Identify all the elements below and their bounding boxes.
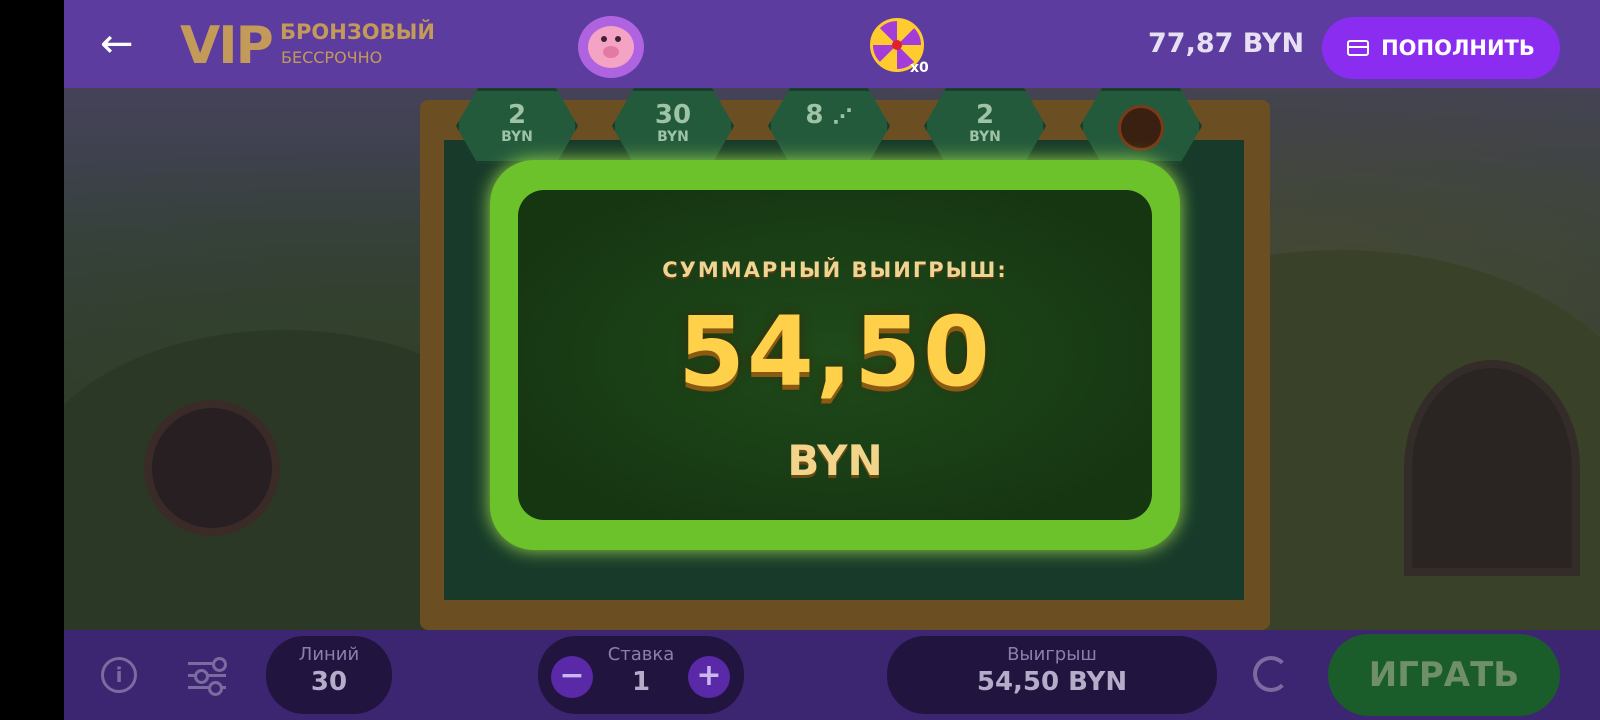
jackpot-value: 8 ⋰ <box>805 100 853 130</box>
jackpot-value: 2 <box>975 100 995 130</box>
deposit-label: ПОПОЛНИТЬ <box>1381 36 1535 60</box>
jackpot-gem-tree <box>1080 88 1202 164</box>
jackpot-value: 30 <box>654 100 692 130</box>
jackpot-gem-share: 8 ⋰ <box>768 88 890 164</box>
autoplay-refresh-icon[interactable] <box>1253 656 1289 692</box>
back-arrow-icon[interactable]: ← <box>100 24 144 64</box>
wheel-count: x0 <box>910 60 929 76</box>
win-value: 54,50 BYN <box>976 667 1128 697</box>
settings-sliders-icon[interactable] <box>188 656 227 696</box>
play-button[interactable]: ИГРАТЬ <box>1328 634 1560 716</box>
balance: 77,87 BYN <box>1148 28 1305 59</box>
jackpot-value: 2 <box>507 100 527 130</box>
deposit-button[interactable]: ПОПОЛНИТЬ <box>1322 17 1560 79</box>
pig-snout <box>603 46 619 58</box>
jackpot-gem: 30 BYN <box>612 88 734 164</box>
pig-face <box>588 26 634 68</box>
jackpot-gem: 2 BYN <box>456 88 578 164</box>
piggy-bank-icon[interactable] <box>578 16 644 78</box>
win-display: Выигрыш 54,50 BYN <box>887 636 1217 714</box>
info-icon[interactable]: i <box>101 657 137 693</box>
total-win-amount: 54,50 <box>678 296 992 408</box>
bet-increase-button[interactable]: + <box>688 656 730 698</box>
vip-level: БРОНЗОВЫЙ <box>280 20 435 44</box>
jackpot-currency: BYN <box>969 129 1001 145</box>
wheel-hub <box>892 40 902 50</box>
win-label: Выигрыш <box>1007 644 1097 665</box>
vip-term: БЕССРОЧНО <box>281 48 383 67</box>
bet-decrease-button[interactable]: − <box>551 656 593 698</box>
jackpot-currency: BYN <box>657 129 689 145</box>
vip-label[interactable]: VIP <box>180 16 274 76</box>
pig-eye <box>601 36 607 42</box>
tree-icon <box>1118 105 1164 151</box>
total-win-label: СУММАРНЫЙ ВЫИГРЫШ: <box>662 258 1008 282</box>
total-win-currency: BYN <box>787 436 883 485</box>
jackpot-currency: BYN <box>501 129 533 145</box>
jackpot-gem: 2 BYN <box>924 88 1046 164</box>
credit-card-icon <box>1347 40 1370 56</box>
lines-label: Линий <box>298 644 360 665</box>
lines-display: Линий 30 <box>266 636 392 714</box>
share-icon: ⋰ <box>832 104 853 128</box>
pig-eye <box>615 36 621 42</box>
lines-value: 30 <box>310 667 348 697</box>
